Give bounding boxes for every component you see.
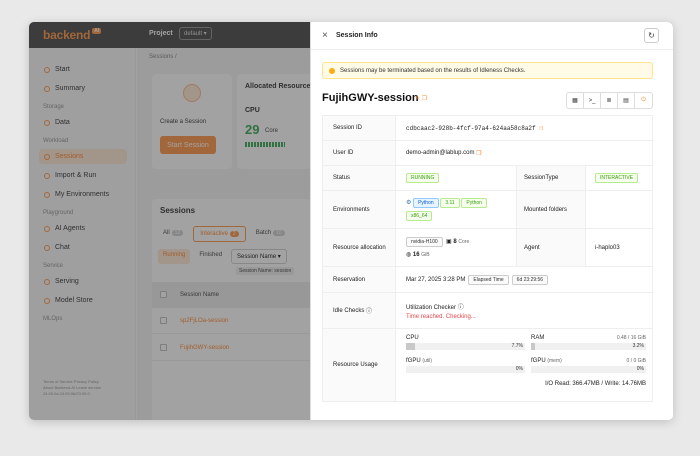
alert-text: Sessions may be terminated based on the … [340, 67, 526, 74]
copy-icon[interactable]: ❐ [422, 96, 427, 102]
io-stats: I/O Read: 366.47MB / Write: 14.76MB [545, 381, 646, 387]
cpu-usage-fill [406, 343, 416, 350]
session-action-buttons: ▦ >_ ≣ ▤ ⏻ [566, 92, 653, 109]
label-agent: Agent [516, 229, 586, 266]
app-launcher-button[interactable]: ▦ [567, 93, 584, 108]
label-status: Status [323, 166, 396, 190]
value-resource-allocation: nvidia-H100 ▣ 8 Core ◍ 16 GiB [406, 237, 470, 258]
env-arch-tag: x86_64 [406, 211, 433, 221]
value-session-type: INTERACTIVE [595, 166, 639, 190]
elapsed-value-tag: 6d 23:29:56 [511, 274, 549, 285]
close-icon[interactable]: × [322, 30, 328, 41]
row-resource-allocation: Resource allocation nvidia-H100 ▣ 8 Core… [323, 229, 652, 267]
value-resource-usage: CPU 7.7% RAM 0.48 / 16 GiB 3.2% fGPU (uti… [406, 329, 646, 401]
python-icon: ⚙ [406, 200, 412, 206]
modal-backdrop[interactable] [29, 22, 310, 420]
terminal-icon: >_ [588, 97, 596, 104]
value-reservation: Mar 27, 2025 3:28 PM Elapsed Time 6d 23:… [406, 267, 549, 292]
fgpu-util-usage: fGPU (util) 0% [406, 358, 525, 373]
warning-icon [329, 67, 335, 74]
cpu-usage-bar: 7.7% [406, 343, 525, 350]
label-resource-usage: Resource Usage [323, 329, 396, 401]
fgpu-mem-bar: 0% [530, 366, 646, 373]
label-mounted-folders: Mounted folders [516, 191, 586, 228]
label-session-id: Session ID [323, 116, 396, 140]
env-language-tag: Python [413, 198, 439, 208]
drawer-title: Session Info [336, 32, 378, 39]
app-window: Start Summary Storage Data Workload Sess… [29, 22, 673, 420]
refresh-icon: ↻ [648, 31, 655, 40]
row-environments: Environments ⚙ Python 3.11 Python x86_64… [323, 191, 652, 229]
session-type-badge: INTERACTIVE [595, 173, 639, 183]
container-commit-button[interactable]: ▤ [618, 93, 635, 108]
value-agent: i-haplo03 [595, 244, 620, 251]
label-environments: Environments [323, 191, 396, 228]
info-icon[interactable]: ⓘ [458, 305, 464, 311]
drawer-header: × Session Info ↻ [311, 22, 673, 50]
memory-icon: ◍ [406, 252, 412, 258]
label-reservation: Reservation [323, 267, 396, 292]
value-status: RUNNING [406, 166, 440, 190]
value-session-id: cdbcaac2-928b-4fcf-97a4-624aa58c8a2f ❐ [406, 124, 543, 132]
row-idle-checks: Idle Checks ⓘ Utilization Checker ⓘ Time… [323, 293, 652, 329]
log-icon: ≣ [606, 98, 612, 104]
app-launcher-icon: ▦ [572, 98, 578, 104]
edit-icon[interactable]: ✎ [415, 96, 420, 102]
label-resource-allocation: Resource allocation [323, 229, 396, 266]
refresh-button[interactable]: ↻ [644, 28, 659, 43]
value-idle-checks: Utilization Checker ⓘ Time reached. Chec… [406, 293, 476, 328]
ram-usage-fill [530, 343, 535, 350]
env-version-tag: 3.11 [440, 198, 460, 208]
value-user-id: demo-admin@lablup.com ❐ [406, 150, 482, 157]
terminal-button[interactable]: >_ [584, 93, 601, 108]
row-reservation: Reservation Mar 27, 2025 3:28 PM Elapsed… [323, 267, 652, 293]
info-icon[interactable]: ⓘ [366, 306, 372, 315]
session-name-title: FujihGWY-session [322, 92, 419, 104]
session-name-actions: ✎ ❐ [415, 95, 427, 102]
session-info-drawer: × Session Info ↻ Sessions may be termina… [310, 22, 673, 420]
row-user-id: User ID demo-admin@lablup.com ❐ [323, 141, 652, 166]
terminate-button[interactable]: ⏻ [635, 93, 652, 108]
value-environments: ⚙ Python 3.11 Python x86_64 [406, 191, 487, 228]
copy-icon[interactable]: ❐ [476, 150, 481, 157]
ram-usage-bar: 3.2% [530, 343, 646, 350]
cpu-usage: CPU 7.7% [406, 335, 525, 350]
fgpu-util-bar: 0% [406, 366, 525, 373]
idle-checker-status: Time reached. Checking... [406, 313, 476, 320]
cpu-icon: ▣ [446, 239, 452, 245]
row-session-id: Session ID cdbcaac2-928b-4fcf-97a4-624aa… [323, 116, 652, 141]
idle-checker-name: Utilization Checker [406, 304, 457, 311]
fgpu-mem-usage: fGPU (mem) 0 / 0 GiB 0% [530, 358, 646, 373]
label-idle-checks: Idle Checks ⓘ [323, 293, 396, 328]
accelerator-tag: nvidia-H100 [406, 237, 443, 247]
terminate-icon: ⏻ [641, 97, 646, 103]
container-commit-icon: ▤ [623, 98, 629, 104]
copy-icon[interactable]: ❐ [539, 125, 543, 132]
label-user-id: User ID [323, 141, 396, 165]
elapsed-label-tag: Elapsed Time [468, 274, 509, 285]
label-session-type: SessionType [516, 166, 586, 190]
row-resource-usage: Resource Usage CPU 7.7% RAM 0.48 / 16 GiB… [323, 329, 652, 401]
row-status: Status RUNNING SessionType INTERACTIVE [323, 166, 652, 191]
status-badge: RUNNING [406, 173, 440, 183]
session-info-table: Session ID cdbcaac2-928b-4fcf-97a4-624aa… [322, 115, 653, 402]
env-name-tag: Python [461, 198, 487, 208]
ram-usage: RAM 0.48 / 16 GiB 3.2% [530, 335, 646, 350]
logs-button[interactable]: ≣ [601, 93, 618, 108]
idle-check-alert: Sessions may be terminated based on the … [322, 62, 653, 79]
